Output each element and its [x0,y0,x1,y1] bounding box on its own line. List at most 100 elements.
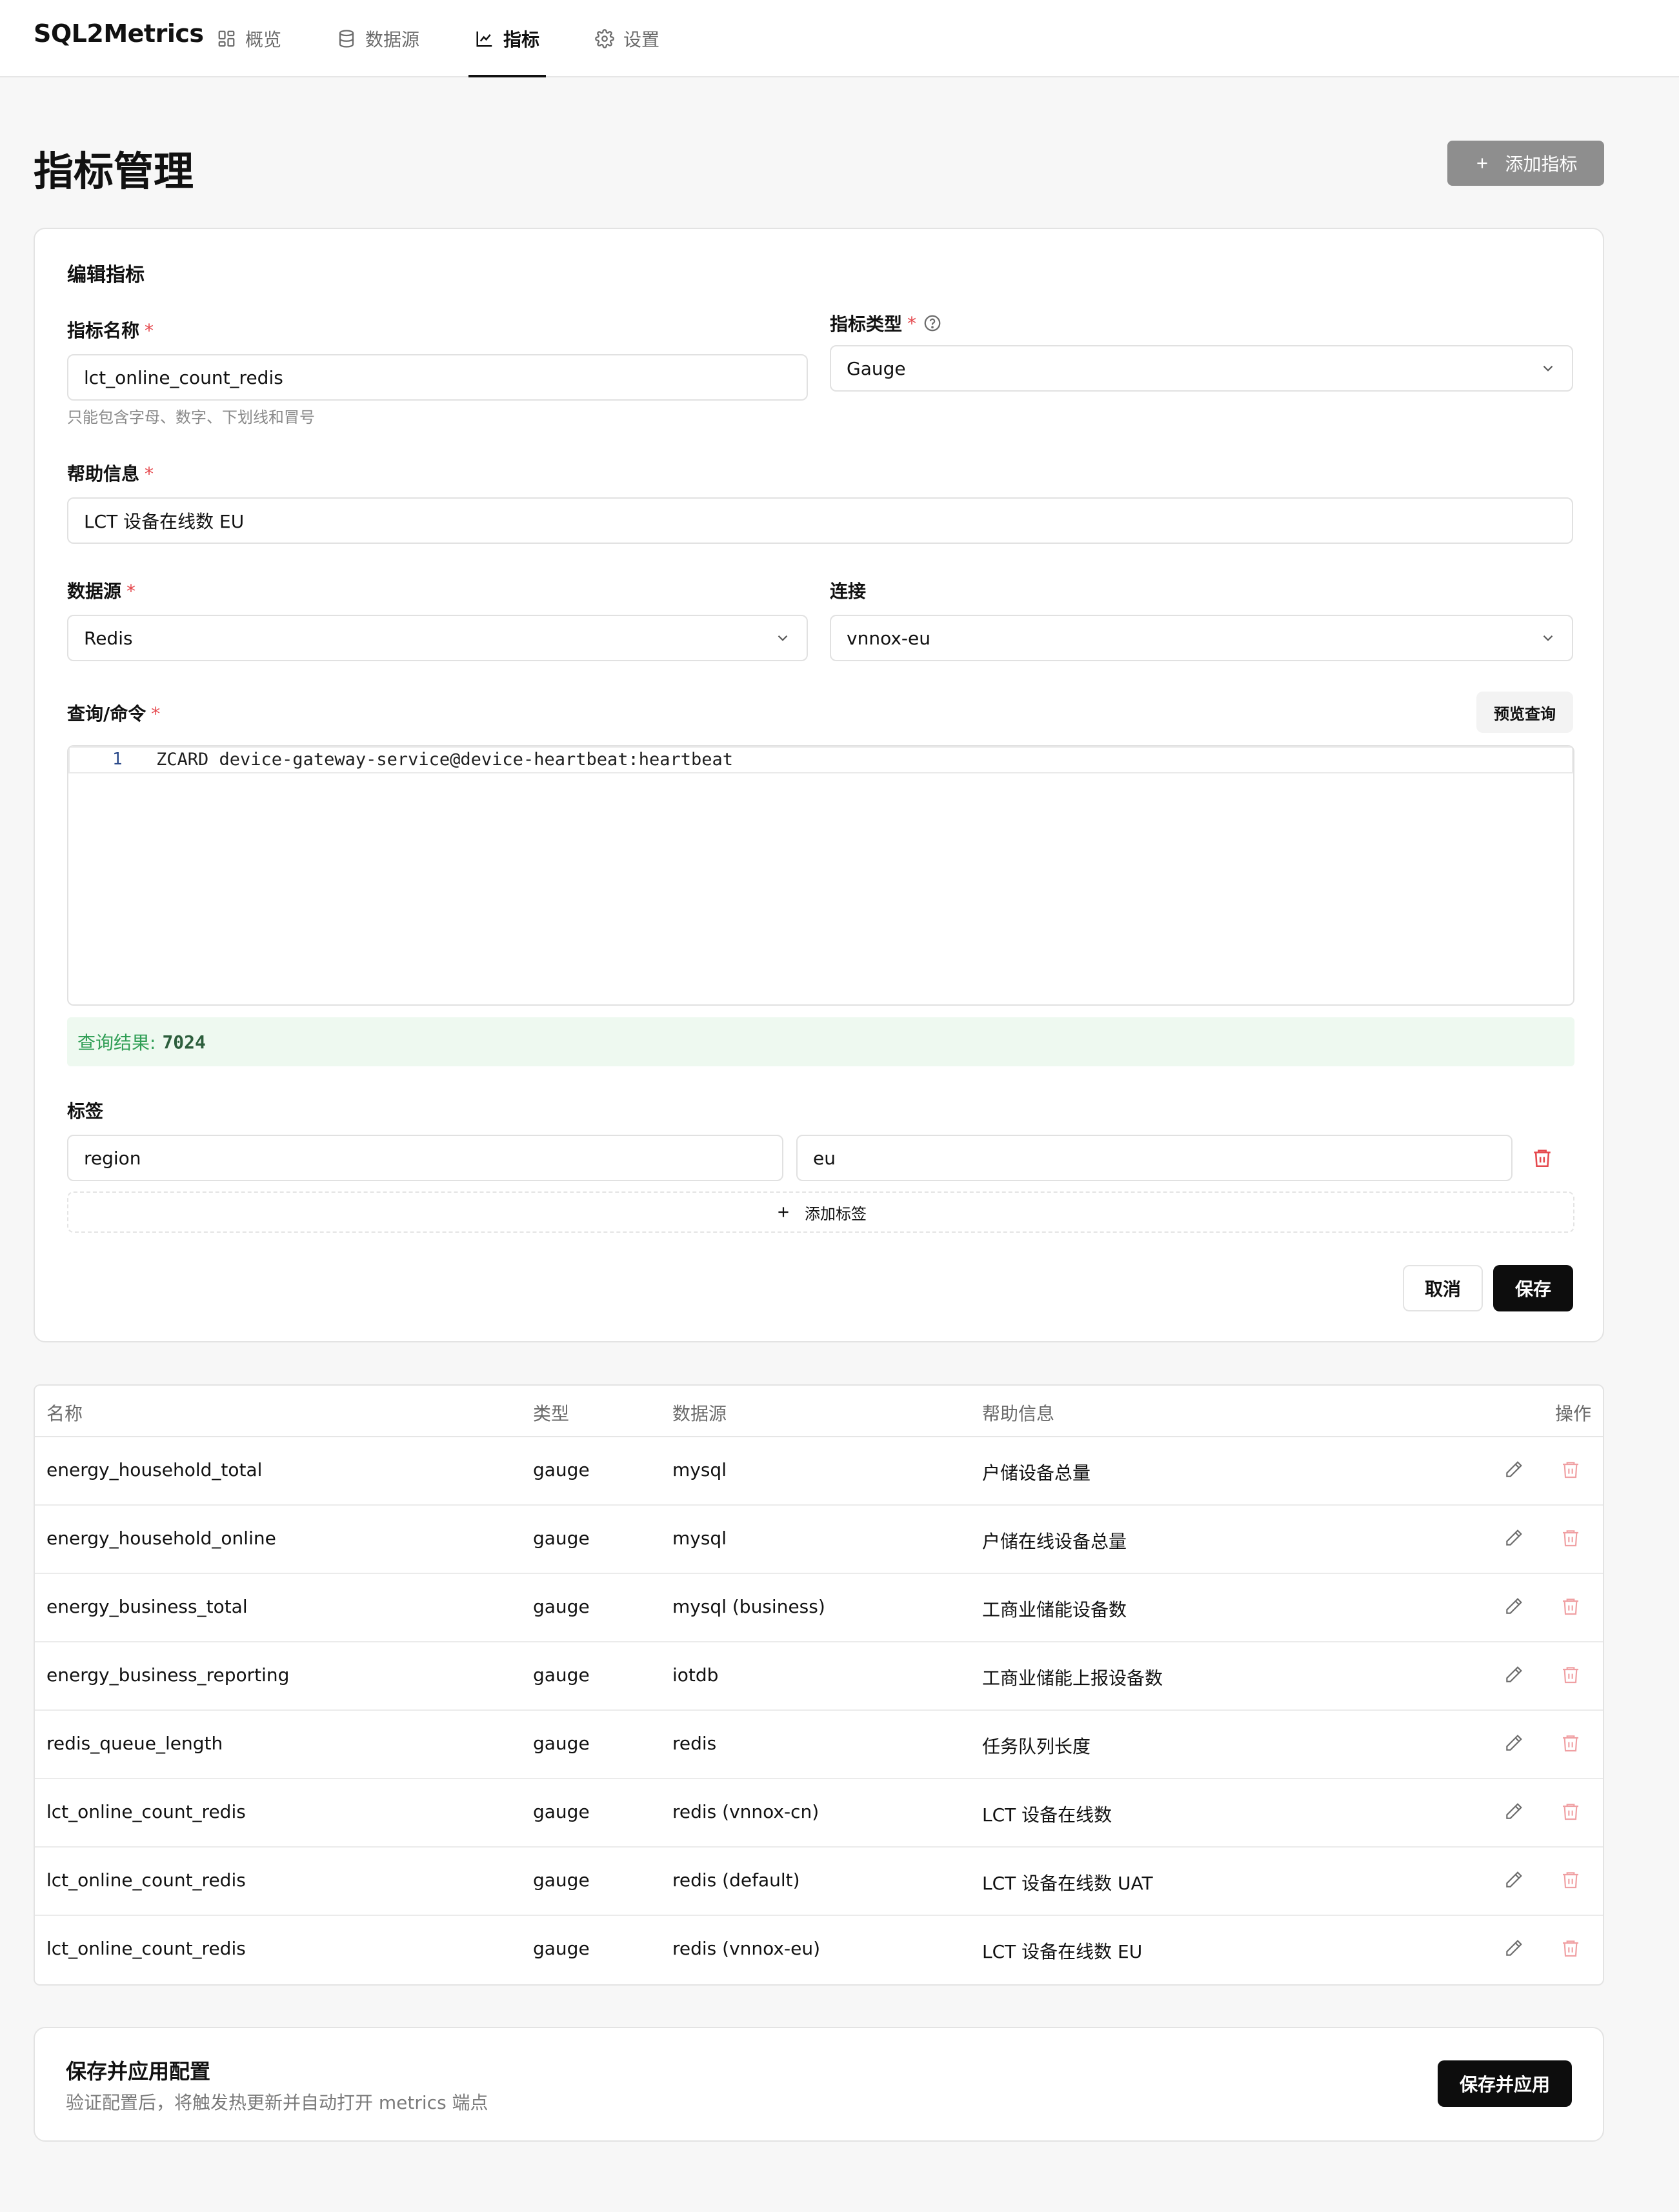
pencil-icon [1503,1459,1524,1480]
edit-row-button[interactable] [1501,1798,1527,1824]
trash-icon [1560,1664,1581,1685]
delete-row-button[interactable] [1558,1867,1583,1893]
cell-help: 工商业储能设备数 [982,1599,1127,1620]
delete-row-button[interactable] [1558,1798,1583,1824]
nav-item-metrics[interactable]: 指标 [468,0,547,77]
cell-name: energy_business_reporting [46,1664,290,1686]
cell-datasource: redis [672,1733,717,1754]
table-row: energy_business_reporting gauge iotdb 工商业储能… [35,1642,1603,1711]
edit-row-button[interactable] [1501,1662,1527,1688]
query-code[interactable]: ZCARD device-gateway-service@device-hear… [156,750,733,770]
column-header-name: 名称 [46,1403,83,1424]
add-metric-button[interactable]: 添加指标 [1447,141,1604,186]
cell-name: redis_queue_length [46,1733,223,1754]
cell-help: 户储设备总量 [982,1462,1091,1484]
cell-type: gauge [533,1801,590,1822]
connection-value: vnnox-eu [847,627,930,649]
cancel-button[interactable]: 取消 [1403,1265,1483,1311]
cell-name: lct_online_count_redis [46,1869,246,1891]
tag-value-input[interactable]: eu [796,1135,1513,1181]
chevron-down-icon [774,630,791,646]
cell-datasource: mysql [672,1528,727,1549]
save-button[interactable]: 保存 [1493,1265,1573,1311]
column-header-actions: 操作 [1555,1403,1592,1424]
nav-item-datasources[interactable]: 数据源 [337,0,419,77]
form-title: 编辑指标 [67,264,145,286]
metric-name-label: 指标名称 * [67,317,154,343]
table-header: 名称 类型 数据源 帮助信息 操作 [35,1386,1603,1437]
help-info-value: LCT 设备在线数 EU [84,511,245,532]
delete-row-button[interactable] [1558,1730,1583,1756]
page-title: 指标管理 [34,148,194,195]
required-mark: * [126,581,136,602]
pencil-icon [1503,1664,1524,1685]
cell-type: gauge [533,1733,590,1754]
preview-query-button[interactable]: 预览查询 [1476,692,1573,733]
edit-row-button[interactable] [1501,1525,1527,1551]
cell-type: gauge [533,1869,590,1891]
help-info-label: 帮助信息 * [67,460,154,486]
column-header-type: 类型 [533,1403,570,1424]
query-label: 查询/命令 * [67,700,160,726]
delete-row-button[interactable] [1558,1935,1583,1961]
pencil-icon [1503,1528,1524,1548]
edit-row-button[interactable] [1501,1935,1527,1961]
delete-row-button[interactable] [1558,1662,1583,1688]
nav-item-settings[interactable]: 设置 [595,0,659,77]
help-circle-icon[interactable] [923,314,942,333]
save-and-apply-button[interactable]: 保存并应用 [1438,2060,1572,2107]
plus-icon [1474,155,1491,172]
edit-row-button[interactable] [1501,1593,1527,1619]
nav-item-overview[interactable]: 概览 [217,0,281,77]
cell-name: lct_online_count_redis [46,1801,246,1822]
add-tag-button[interactable]: 添加标签 [67,1191,1574,1233]
datasource-value: Redis [84,627,133,649]
metric-type-value: Gauge [847,357,906,379]
cell-help: 任务队列长度 [982,1736,1091,1757]
required-mark: * [145,320,154,341]
query-code-editor[interactable]: 1 ZCARD device-gateway-service@device-he… [67,745,1574,1006]
remove-tag-button[interactable] [1527,1142,1558,1173]
cell-datasource: mysql [672,1459,727,1480]
edit-row-button[interactable] [1501,1457,1527,1482]
trash-icon [1560,1459,1581,1480]
cell-type: gauge [533,1938,590,1959]
tag-key-input[interactable]: region [67,1135,783,1181]
cell-datasource: mysql (business) [672,1596,825,1617]
table-row: redis_queue_length gauge redis 任务队列长度 [35,1711,1603,1779]
trash-icon [1560,1801,1581,1822]
query-result-banner: 查询结果: 7024 [67,1017,1574,1066]
delete-row-button[interactable] [1558,1525,1583,1551]
trash-icon [1560,1869,1581,1890]
apply-description: 验证配置后，将触发热更新并自动打开 metrics 端点 [66,2092,488,2113]
cell-datasource: redis (vnnox-cn) [672,1801,819,1822]
cell-name: energy_business_total [46,1596,248,1617]
cell-name: energy_household_online [46,1528,276,1549]
add-metric-label: 添加指标 [1505,154,1578,175]
cell-type: gauge [533,1664,590,1686]
dashboard-icon [217,29,236,48]
brand-logo[interactable]: SQL2Metrics [34,19,204,48]
table-row: energy_household_online gauge mysql 户储在线设备总… [35,1506,1603,1574]
delete-row-button[interactable] [1558,1457,1583,1482]
connection-select[interactable]: vnnox-eu [830,615,1573,661]
edit-row-button[interactable] [1501,1867,1527,1893]
cell-name: energy_household_total [46,1459,263,1480]
nav-item-label: 设置 [623,29,660,50]
edit-row-button[interactable] [1501,1730,1527,1756]
cell-name: lct_online_count_redis [46,1938,246,1959]
trash-icon [1531,1147,1553,1169]
metric-name-input[interactable]: lct_online_count_redis [67,354,808,401]
delete-row-button[interactable] [1558,1593,1583,1619]
tag-key-value: region [84,1147,141,1169]
connection-label: 连接 [830,581,867,602]
metric-type-select[interactable]: Gauge [830,345,1573,392]
add-tag-label: 添加标签 [805,1204,867,1223]
chevron-down-icon [1540,630,1556,646]
query-label-text: 查询/命令 [67,703,146,724]
help-info-input[interactable]: LCT 设备在线数 EU [67,497,1573,544]
datasource-select[interactable]: Redis [67,615,808,661]
top-navigation-bar: SQL2Metrics 概览 数据源 指标 设置 [0,0,1679,77]
metrics-table: 名称 类型 数据源 帮助信息 操作 energy_household_total… [34,1384,1604,1986]
cell-help: LCT 设备在线数 UAT [982,1873,1153,1894]
